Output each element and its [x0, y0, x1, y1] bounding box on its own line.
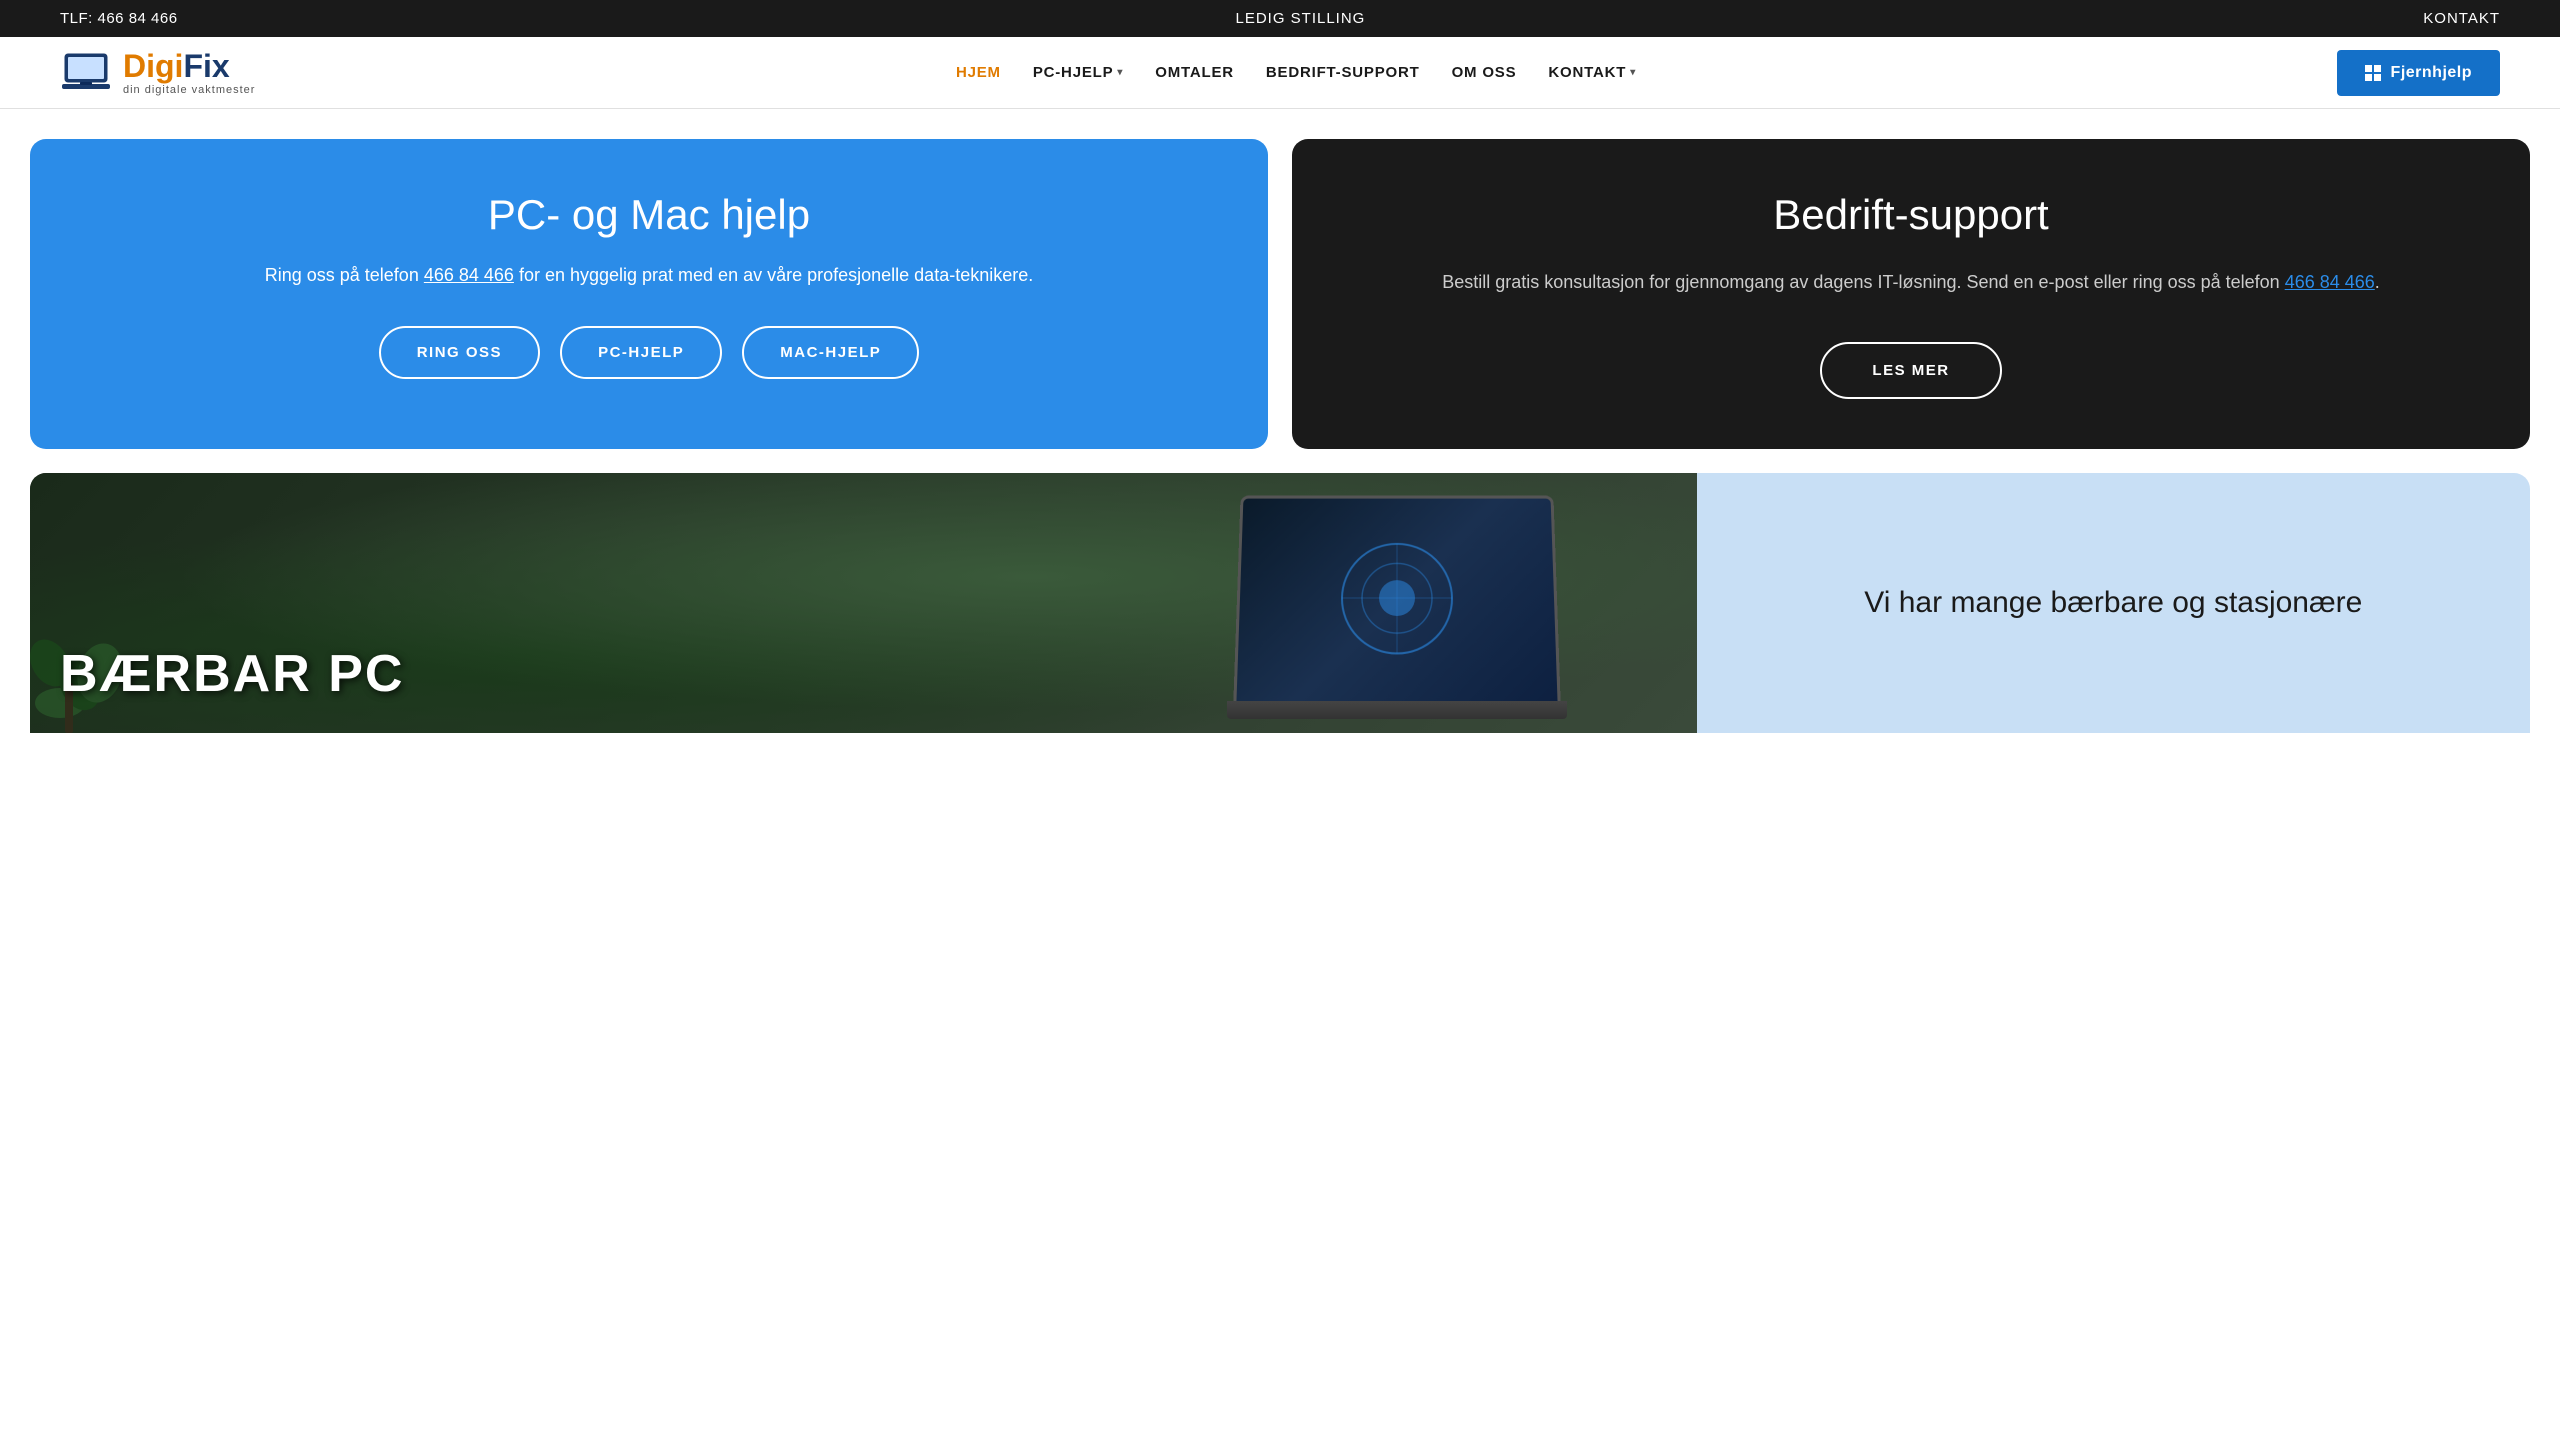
pc-mac-phone[interactable]: 466 84 466 — [424, 265, 514, 285]
job-listing-link[interactable]: LEDIG STILLING — [1235, 10, 1365, 27]
contact-link[interactable]: KONTAKT — [2423, 10, 2500, 27]
light-blue-text: Vi har mange bærbare og stasjonære — [1864, 582, 2362, 624]
ring-oss-button[interactable]: RING OSS — [379, 326, 540, 379]
windows-icon — [2365, 65, 2381, 81]
pc-hjelp-button[interactable]: PC-HJELP — [560, 326, 722, 379]
fjernhjelp-button[interactable]: Fjernhjelp — [2337, 50, 2500, 96]
laptop-illustration — [1217, 493, 1597, 733]
main-content: PC- og Mac hjelp Ring oss på telefon 466… — [0, 109, 2560, 733]
laptop-screen — [1233, 496, 1560, 705]
logo-icon — [60, 50, 115, 95]
pc-mac-title: PC- og Mac hjelp — [80, 191, 1218, 239]
nav-hjem[interactable]: HJEM — [956, 64, 1001, 81]
pc-mac-description: Ring oss på telefon 466 84 466 for en hy… — [80, 261, 1218, 290]
top-bar: TLF: 466 84 466 LEDIG STILLING KONTAKT — [0, 0, 2560, 37]
logo-name: DigiFix — [123, 49, 255, 84]
nav-om-oss[interactable]: OM OSS — [1452, 64, 1517, 81]
logo-tagline: din digitale vaktmester — [123, 84, 255, 96]
light-blue-info-card: Vi har mange bærbare og stasjonære — [1697, 473, 2530, 733]
bedrift-support-card: Bedrift-support Bestill gratis konsultas… — [1292, 139, 2530, 449]
kontakt-chevron-icon: ▾ — [1630, 67, 1636, 78]
nav-pchjelp[interactable]: PC-HJELP ▾ — [1033, 64, 1123, 81]
header: DigiFix din digitale vaktmester HJEM PC-… — [0, 37, 2560, 109]
logo-suffix: Fix — [183, 48, 229, 84]
laptop-card: BÆRBAR PC — [30, 473, 1697, 733]
les-mer-button[interactable]: LES MER — [1820, 342, 2001, 399]
bottom-row: BÆRBAR PC Vi har mange bærbare og stasjo… — [30, 473, 2530, 733]
laptop-screen-inner — [1236, 498, 1557, 701]
nav-omtaler[interactable]: OMTALER — [1155, 64, 1234, 81]
logo[interactable]: DigiFix din digitale vaktmester — [60, 49, 255, 96]
nav-kontakt[interactable]: KONTAKT ▾ — [1548, 64, 1636, 81]
phone-label: TLF: 466 84 466 — [60, 10, 178, 27]
laptop-section-title: BÆRBAR PC — [60, 646, 404, 703]
hero-row: PC- og Mac hjelp Ring oss på telefon 466… — [30, 139, 2530, 449]
bedrift-phone[interactable]: 466 84 466 — [2285, 272, 2375, 292]
laptop-base — [1227, 701, 1567, 719]
pc-mac-card: PC- og Mac hjelp Ring oss på telefon 466… — [30, 139, 1268, 449]
bedrift-title: Bedrift-support — [1352, 191, 2470, 239]
logo-text: DigiFix din digitale vaktmester — [123, 49, 255, 96]
bedrift-description: Bestill gratis konsultasjon for gjennomg… — [1352, 267, 2470, 298]
nav-bedrift-support[interactable]: BEDRIFT-SUPPORT — [1266, 64, 1420, 81]
logo-prefix: Digi — [123, 48, 183, 84]
pc-mac-buttons: RING OSS PC-HJELP MAC-HJELP — [80, 326, 1218, 379]
main-nav: HJEM PC-HJELP ▾ OMTALER BEDRIFT-SUPPORT … — [956, 64, 1636, 81]
mac-hjelp-button[interactable]: MAC-HJELP — [742, 326, 919, 379]
pchjelp-chevron-icon: ▾ — [1117, 67, 1123, 78]
screen-content-icon — [1285, 520, 1509, 679]
